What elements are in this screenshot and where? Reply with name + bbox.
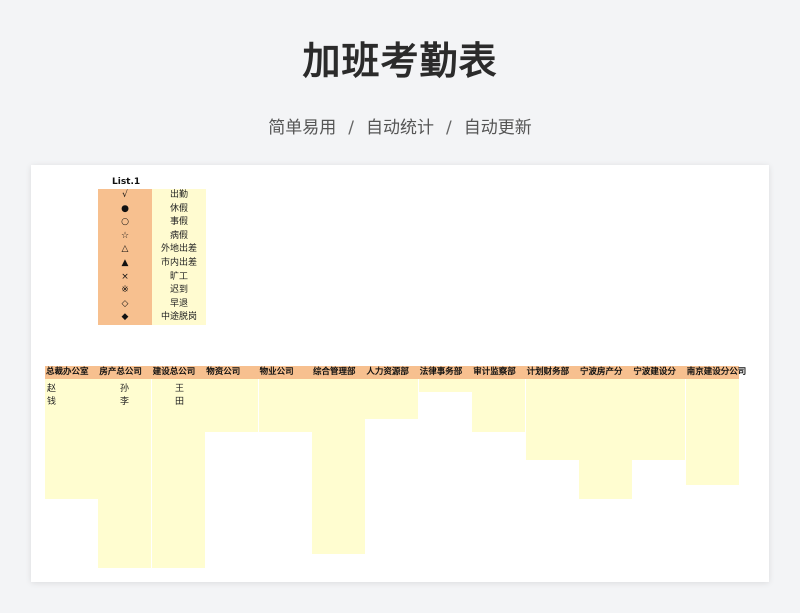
legend-row[interactable]: ○ 事假 — [98, 216, 206, 230]
column-fill[interactable] — [98, 379, 152, 568]
legend-label: 病假 — [152, 229, 206, 244]
column-fill[interactable] — [312, 379, 365, 554]
header-cell[interactable]: 计划财务部 — [526, 366, 580, 379]
table-cell[interactable]: 孙 — [120, 381, 129, 394]
legend-symbol: √ — [98, 189, 152, 203]
legend-row[interactable]: × 旷工 — [98, 270, 206, 285]
header-cell[interactable]: 宁波房产分 — [579, 366, 633, 379]
subtitle-item-easy: 简单易用 — [268, 118, 337, 138]
column-fill[interactable] — [525, 379, 579, 460]
header-cell[interactable]: 宁波建设分 — [632, 366, 686, 379]
legend-label: 中途脱岗 — [152, 311, 206, 325]
subtitle-item-update: 自动更新 — [463, 118, 532, 138]
header-cell[interactable]: 审计监察部 — [472, 366, 526, 379]
column-fill[interactable] — [418, 379, 472, 392]
legend-label: 休假 — [152, 202, 206, 217]
legend-symbol: ※ — [98, 284, 152, 298]
legend-row[interactable]: ● 休假 — [98, 202, 206, 217]
header-cell[interactable]: 南京建设分公司 — [686, 366, 747, 379]
table-cell[interactable]: 钱 — [47, 394, 56, 407]
column-fill[interactable] — [151, 379, 205, 568]
header-cell[interactable]: 法律事务部 — [419, 366, 473, 379]
legend-symbol: ◆ — [98, 311, 152, 325]
subtitle-separator: / — [446, 118, 452, 138]
legend-label: 市内出差 — [152, 256, 206, 271]
subtitle-item-stats: 自动统计 — [366, 118, 434, 138]
header-row: 总裁办公室 房产总公司 建设总公司 物资公司 物业公司 综合管理部 人力资源部 法律事务部 审计… — [45, 366, 747, 379]
legend-row[interactable]: ☆ 病假 — [98, 229, 206, 244]
legend-label: 早退 — [152, 297, 206, 312]
header-cell[interactable]: 人力资源部 — [365, 366, 419, 379]
legend-row[interactable]: ◆ 中途脱岗 — [98, 311, 206, 325]
column-fill[interactable] — [258, 379, 312, 432]
legend-symbol: ▲ — [98, 256, 152, 271]
header-cell[interactable]: 总裁办公室 — [45, 366, 99, 379]
column-fill[interactable] — [579, 379, 632, 499]
legend-row[interactable]: △ 外地出差 — [98, 243, 206, 257]
header-cell[interactable]: 房产总公司 — [98, 366, 152, 379]
header-cell[interactable]: 物业公司 — [259, 366, 313, 379]
subtitle: 简单易用 / 自动统计 / 自动更新 — [0, 113, 800, 138]
legend-row[interactable]: √ 出勤 — [98, 189, 206, 203]
legend-symbol: ● — [98, 202, 152, 217]
table-cell[interactable]: 王 — [175, 381, 184, 394]
legend-symbol: ☆ — [98, 229, 152, 244]
header-cell[interactable]: 建设总公司 — [152, 366, 206, 379]
table-cell[interactable]: 田 — [175, 394, 184, 407]
page-title: 加班考勤表 — [302, 39, 498, 83]
spreadsheet-area[interactable]: List.1 √ 出勤 ● 休假 ○ 事假 ☆ 病假 △ 外地出差 ▲ 市内出差 × 旷工 ※ 迟到 ◇ 早退 ◆ 中… — [31, 165, 769, 582]
legend-symbol: ◇ — [98, 297, 152, 312]
legend-label: 事假 — [152, 216, 206, 230]
legend-table: √ 出勤 ● 休假 ○ 事假 ☆ 病假 △ 外地出差 ▲ 市内出差 × 旷工 ※ 迟到 ◇ 早退 ◆ 中途脱岗 — [98, 189, 206, 325]
legend-label: 旷工 — [152, 270, 206, 285]
column-fill[interactable] — [205, 379, 259, 432]
subtitle-separator: / — [348, 118, 354, 138]
header-cell[interactable]: 物资公司 — [205, 366, 259, 379]
legend-row[interactable]: ※ 迟到 — [98, 284, 206, 298]
legend-label: 出勤 — [152, 189, 206, 203]
column-fill[interactable] — [472, 379, 526, 432]
header-cell[interactable]: 综合管理部 — [312, 366, 366, 379]
legend-label: 迟到 — [152, 284, 206, 298]
legend-symbol: ○ — [98, 216, 152, 230]
column-fill[interactable] — [632, 379, 686, 460]
table-cell[interactable]: 李 — [120, 394, 129, 407]
legend-row[interactable]: ◇ 早退 — [98, 297, 206, 312]
table-cell[interactable]: 赵 — [47, 381, 56, 394]
legend-symbol: × — [98, 270, 152, 285]
legend-row[interactable]: ▲ 市内出差 — [98, 256, 206, 271]
column-fill[interactable] — [685, 379, 739, 485]
legend-label: 外地出差 — [152, 243, 206, 257]
column-fill[interactable] — [365, 379, 419, 419]
legend-symbol: △ — [98, 243, 152, 257]
legend-title: List.1 — [112, 177, 141, 187]
